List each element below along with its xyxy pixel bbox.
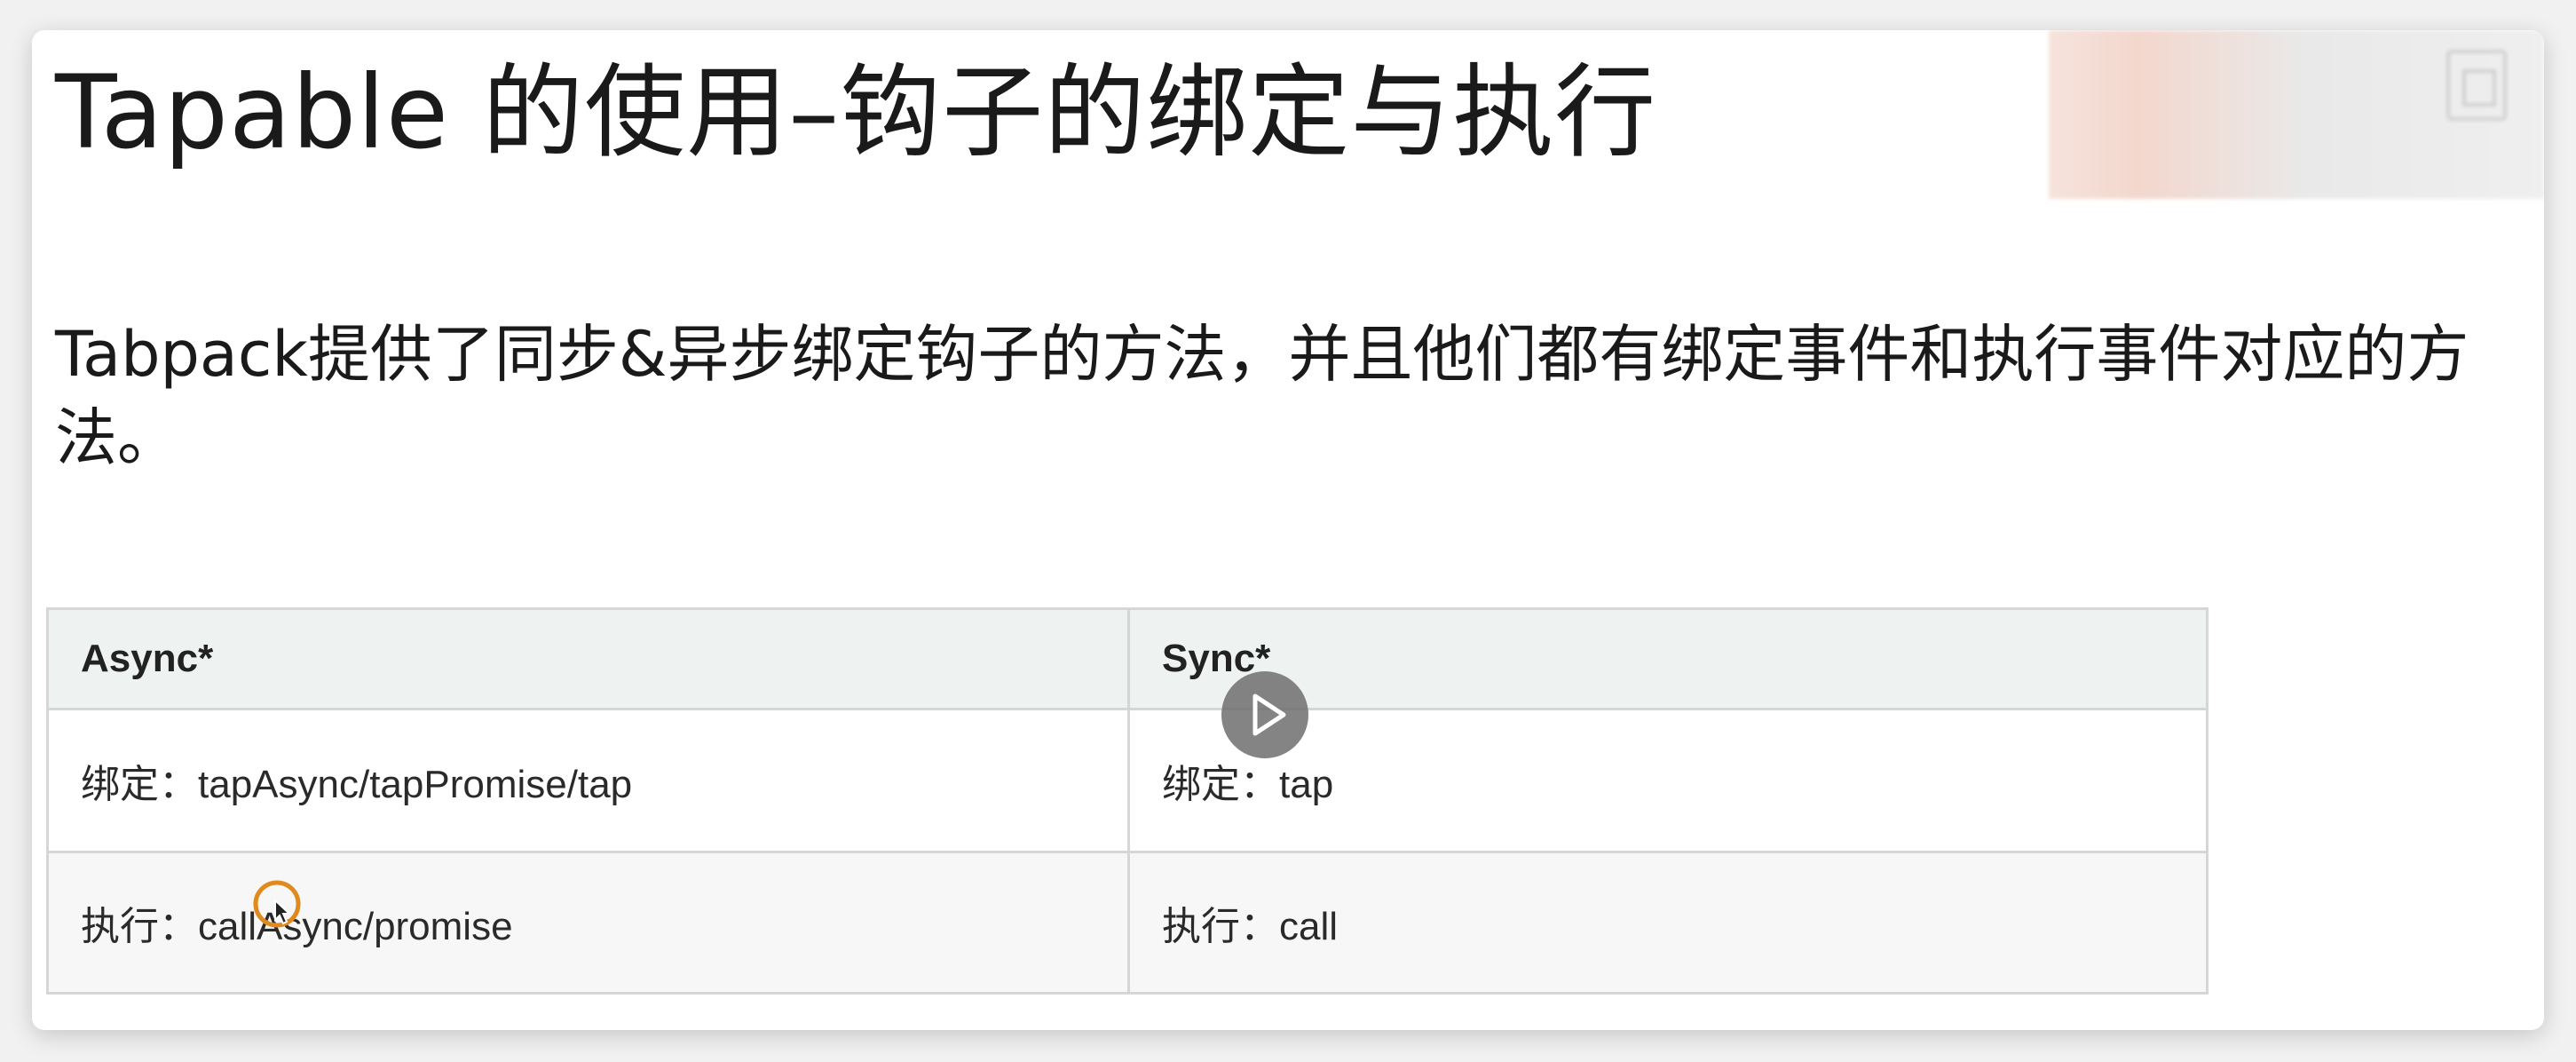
- table-row: 绑定：tapAsync/tapPromise/tap 绑定：tap: [49, 710, 2206, 853]
- cell-async-exec: 执行：callAsync/promise: [81, 905, 513, 948]
- play-icon: [1252, 693, 1286, 736]
- presenter-thumbnail: [2049, 30, 2544, 199]
- table-row: 执行：callAsync/promise 执行：call: [49, 853, 2206, 995]
- slide-title: Tapable 的使用–钩子的绑定与执行: [55, 53, 1657, 171]
- cell-async-bind: 绑定：tapAsync/tapPromise/tap: [81, 763, 633, 806]
- cursor-arrow-icon: [250, 877, 304, 931]
- methods-table: Async* Sync* 绑定：tapAsync/tapPromise/tap …: [46, 607, 2209, 995]
- header-async: Async*: [81, 637, 214, 680]
- window-icon: [2446, 50, 2507, 121]
- cell-sync-exec: 执行：call: [1127, 853, 2206, 992]
- play-button[interactable]: [1221, 671, 1308, 758]
- slide-description: Tabpack提供了同步&异步绑定钩子的方法，并且他们都有绑定事件和执行事件对应…: [55, 318, 2469, 474]
- slide-canvas: Tapable 的使用–钩子的绑定与执行 Tabpack提供了同步&异步绑定钩子…: [32, 30, 2544, 1030]
- table-header-row: Async* Sync*: [49, 610, 2206, 710]
